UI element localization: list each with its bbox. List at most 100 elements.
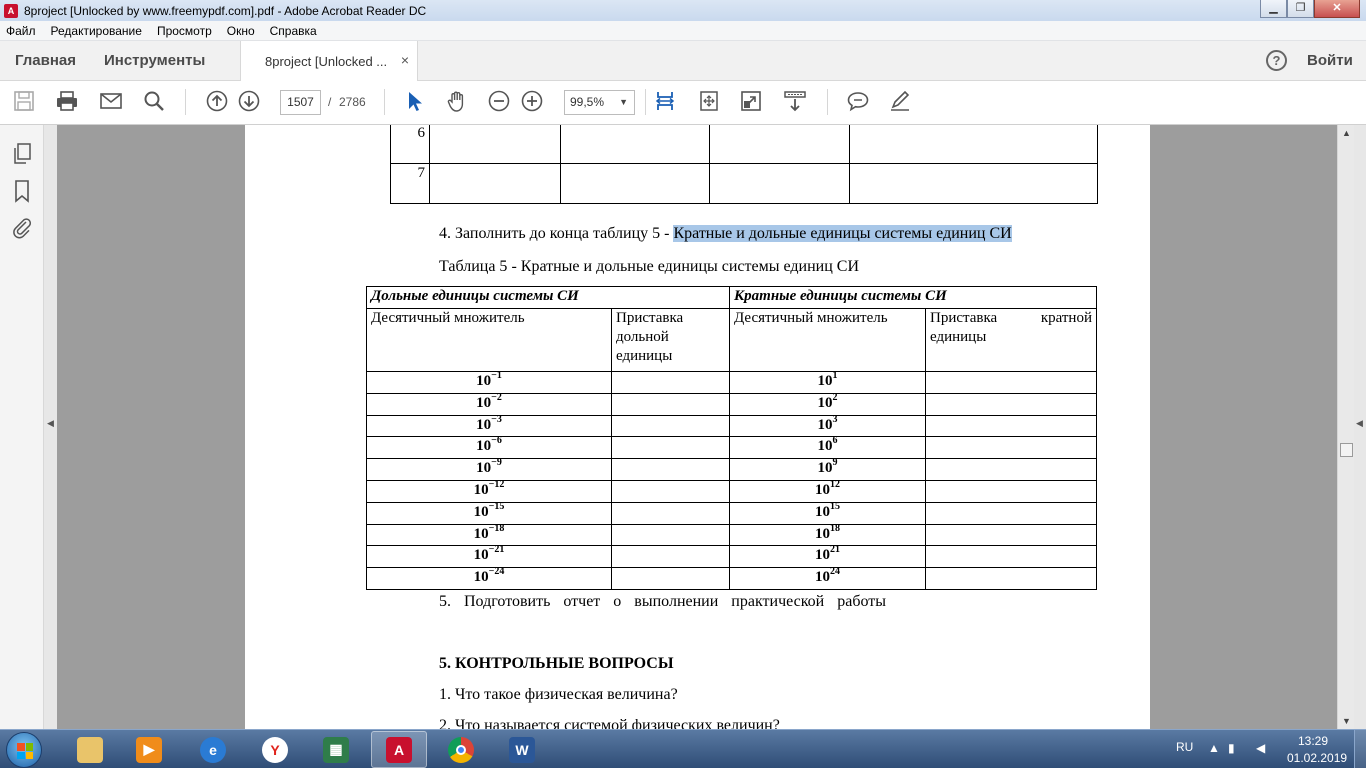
maximize-button[interactable]: ❐ <box>1287 0 1314 18</box>
tab-close-icon[interactable]: × <box>401 52 409 68</box>
media-player-taskbar-icon[interactable]: ▶ <box>121 731 177 768</box>
table-row: 10−24 1024 <box>366 567 1097 590</box>
start-button[interactable] <box>6 732 42 768</box>
window-title: 8project [Unlocked by www.freemypdf.com]… <box>24 3 427 18</box>
scrollbar-thumb[interactable] <box>1340 443 1353 457</box>
submultiple-factor-cell: 10−9 <box>366 458 612 481</box>
minimize-button[interactable]: ▁ <box>1260 0 1287 18</box>
multiple-factor-cell: 106 <box>729 436 926 460</box>
power-exponent: −15 <box>488 500 505 512</box>
help-icon[interactable]: ? <box>1266 50 1287 71</box>
power-exponent: −2 <box>491 391 502 403</box>
zoom-out-icon[interactable] <box>487 89 511 115</box>
highlighted-selection[interactable]: Кратные и дольные единицы системы единиц… <box>673 225 1012 242</box>
clock-date[interactable]: 01.02.2019 <box>1287 751 1347 765</box>
tab-home[interactable]: Главная <box>15 52 76 69</box>
submultiple-factor-cell: 10−12 <box>366 478 612 503</box>
close-button[interactable]: ✕ <box>1314 0 1360 18</box>
spreadsheet-taskbar-icon[interactable]: ▦ <box>308 731 364 768</box>
multiple-factor-cell: 1018 <box>729 523 926 547</box>
submultiple-prefix-cell <box>611 501 730 525</box>
clock-time[interactable]: 13:29 <box>1298 734 1328 748</box>
tab-bar: Главная Инструменты 8project [Unlocked .… <box>0 41 1366 81</box>
power-exponent: 15 <box>830 500 840 512</box>
tab-tools[interactable]: Инструменты <box>104 52 205 69</box>
sign-icon[interactable] <box>888 89 912 115</box>
toolbar-separator <box>827 89 828 115</box>
prev-page-icon[interactable] <box>205 89 229 115</box>
submultiple-prefix-cell <box>611 414 730 438</box>
save-icon[interactable] <box>12 89 36 115</box>
scroll-up-icon[interactable]: ▲ <box>1342 128 1351 138</box>
battery-icon[interactable]: ▮ <box>1228 741 1235 755</box>
units-table: Дольные единицы системы СИ Кратные едини… <box>366 286 1097 590</box>
multiple-factor-cell: 102 <box>729 392 926 416</box>
word-taskbar-icon[interactable]: W <box>494 731 550 768</box>
hand-icon[interactable] <box>445 89 469 115</box>
comment-icon[interactable] <box>846 89 870 115</box>
acrobat-app-icon[interactable]: A <box>4 3 18 18</box>
submultiple-prefix-cell <box>611 545 730 569</box>
page-number-input[interactable]: 1507 <box>280 90 321 115</box>
right-pane-handle[interactable]: ◀ <box>1354 125 1366 729</box>
acrobat-reader-taskbar-icon[interactable]: A <box>371 731 427 768</box>
submultiple-factor-cell: 10−1 <box>366 371 612 394</box>
volume-icon[interactable]: ◀ <box>1256 741 1265 755</box>
power-exponent: −12 <box>488 478 505 490</box>
power-base: 10 <box>473 481 489 498</box>
zoom-select[interactable]: 99,5% ▼ <box>564 90 635 115</box>
power-base: 10 <box>815 569 830 586</box>
signin-button[interactable]: Войти <box>1307 52 1353 69</box>
windows-logo-icon <box>17 743 33 759</box>
document-viewport[interactable]: 6 7 4. Заполнить до конца таблицу 5 - Кр… <box>57 125 1337 729</box>
toolbar-separator <box>384 89 385 115</box>
email-icon[interactable] <box>99 89 123 115</box>
table-row: 10−1 101 <box>366 371 1097 394</box>
menu-edit[interactable]: Редактирование <box>51 24 142 38</box>
subheader-prefix-left: Приставка дольной единицы <box>611 308 730 372</box>
fullscreen-icon[interactable] <box>739 89 763 115</box>
select-cursor-icon[interactable] <box>403 89 427 115</box>
multiple-factor-cell: 109 <box>729 458 926 481</box>
menu-bar: Файл Редактирование Просмотр Окно Справк… <box>0 21 1366 41</box>
table-subheader-row: Десятичный множитель Приставка дольной е… <box>366 308 1097 372</box>
menu-view[interactable]: Просмотр <box>157 24 212 38</box>
menu-file[interactable]: Файл <box>6 24 36 38</box>
explorer-taskbar-icon[interactable] <box>62 731 118 768</box>
power-exponent: −18 <box>488 522 505 534</box>
language-indicator[interactable]: RU <box>1176 740 1193 754</box>
menu-window[interactable]: Окно <box>227 24 255 38</box>
table-row: 10−9 109 <box>366 458 1097 481</box>
fit-width-icon[interactable] <box>653 89 677 115</box>
fit-page-icon[interactable] <box>697 89 721 115</box>
tab-document[interactable]: 8project [Unlocked ... × <box>240 41 418 81</box>
multiple-prefix-cell <box>925 479 1097 503</box>
attachments-icon[interactable] <box>11 215 33 242</box>
vertical-scrollbar[interactable]: ▲ ▼ <box>1337 125 1354 729</box>
scroll-mode-icon[interactable] <box>783 89 807 115</box>
submultiple-factor-cell: 10−21 <box>366 545 612 569</box>
multiple-prefix-cell <box>925 567 1097 590</box>
power-base: 10 <box>476 460 492 477</box>
show-hidden-icons-icon[interactable]: ▲ <box>1208 741 1220 755</box>
search-icon[interactable] <box>142 89 166 115</box>
power-base: 10 <box>817 416 833 433</box>
bookmarks-icon[interactable] <box>11 179 33 206</box>
print-icon[interactable] <box>55 89 79 115</box>
power-exponent: −3 <box>491 413 502 425</box>
submultiple-factor-cell: 10−2 <box>366 391 612 416</box>
power-base: 10 <box>817 394 833 411</box>
page-thumbnails-icon[interactable] <box>11 142 33 169</box>
left-pane-collapse-handle[interactable]: ◀ <box>44 125 57 729</box>
yandex-browser-taskbar-icon[interactable]: Y <box>247 731 303 768</box>
scroll-down-icon[interactable]: ▼ <box>1342 716 1351 726</box>
submultiple-prefix-cell <box>611 479 730 503</box>
submultiple-factor-cell: 10−3 <box>366 413 612 438</box>
zoom-in-icon[interactable] <box>520 89 544 115</box>
task-4-text: 4. Заполнить до конца таблицу 5 - <box>439 225 670 242</box>
menu-help[interactable]: Справка <box>270 24 317 38</box>
next-page-icon[interactable] <box>237 89 261 115</box>
internet-explorer-taskbar-icon[interactable]: e <box>185 731 241 768</box>
show-desktop-button[interactable] <box>1354 730 1366 768</box>
chrome-taskbar-icon[interactable] <box>433 731 489 768</box>
